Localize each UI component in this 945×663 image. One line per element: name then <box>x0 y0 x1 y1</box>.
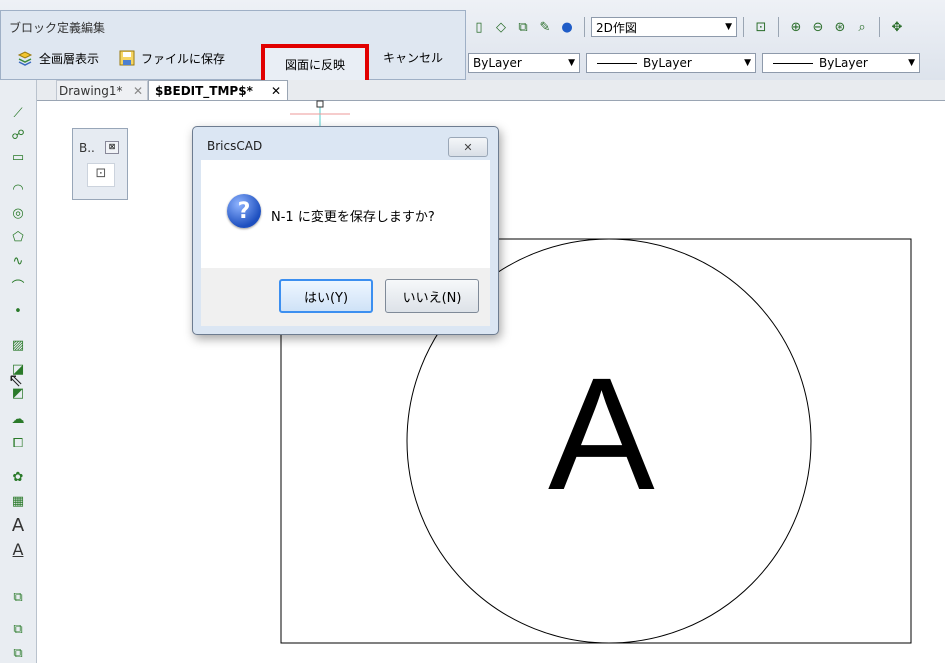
separator <box>778 17 779 37</box>
chevron-down-icon: ▼ <box>725 22 732 32</box>
close-icon[interactable]: ✕ <box>133 84 143 98</box>
cancel-edit-button[interactable]: キャンセル <box>383 49 443 66</box>
block-editor-buttons: 全画層表示 ファイルに保存 <box>17 47 245 69</box>
revcloud-icon[interactable]: ✿ <box>9 468 27 486</box>
tab-drawing1-label: Drawing1* <box>59 83 123 98</box>
close-icon[interactable]: ✕ <box>271 84 281 98</box>
separator <box>584 17 585 37</box>
linetype-value: ByLayer <box>643 56 692 70</box>
apply-to-drawing-button[interactable]: 図面に反映 <box>261 44 369 84</box>
tab-drawing1[interactable]: Drawing1* ✕ <box>56 80 148 100</box>
block-insert-icon[interactable]: ⧠ <box>9 434 27 452</box>
separator <box>743 17 744 37</box>
standard-toolbar: ▯ ◇ ⧉ ✎ ● 2D作図 ▼ ⊡ ⊕ ⊖ ⊛ ⌕ ✥ <box>468 14 945 40</box>
properties-toolbar: ByLayer ▼ ByLayer ▼ ByLayer ▼ <box>468 52 945 74</box>
mtext-icon[interactable]: A <box>9 540 27 559</box>
tab-bedit-tmp[interactable]: $BEDIT_TMP$* ✕ <box>148 80 288 100</box>
save-to-file-button[interactable]: ファイルに保存 <box>119 50 225 67</box>
text-icon[interactable]: A <box>9 515 27 536</box>
mini-panel-title: B.. <box>79 141 95 155</box>
pan-icon[interactable]: ✥ <box>888 18 906 36</box>
chevron-down-icon: ▼ <box>568 58 575 68</box>
yes-button[interactable]: はい(Y) <box>279 279 373 313</box>
zoom-extents-icon[interactable]: ⊡ <box>752 18 770 36</box>
line-icon[interactable]: ⟋ <box>9 104 27 122</box>
copy-icon-2[interactable]: ⧉ <box>9 620 27 638</box>
rectangle-icon[interactable]: ▭ <box>9 148 27 166</box>
zoom-in-icon[interactable]: ⊕ <box>787 18 805 36</box>
circle-icon[interactable]: ◎ <box>9 204 27 222</box>
cloud-icon[interactable]: ☁ <box>9 410 27 428</box>
point-icon[interactable]: • <box>9 302 27 320</box>
linetype-select[interactable]: ByLayer ▼ <box>586 53 756 73</box>
help-icon[interactable]: ● <box>558 18 576 36</box>
polygon-icon[interactable]: ⬠ <box>9 228 27 246</box>
zoom-out-icon[interactable]: ⊖ <box>809 18 827 36</box>
block-letter: A <box>548 344 655 523</box>
apply-to-drawing-label: 図面に反映 <box>284 57 345 72</box>
lineweight-sample <box>773 62 813 64</box>
no-button[interactable]: いいえ(N) <box>385 279 479 313</box>
zoom-window-icon[interactable]: ⊛ <box>831 18 849 36</box>
mouse-cursor-icon: ⇖ <box>8 370 24 391</box>
explorer-icon[interactable]: ⧉ <box>514 18 532 36</box>
block-editor-title: ブロック定義編集 <box>9 21 106 35</box>
table-icon[interactable]: ▦ <box>9 492 27 510</box>
close-icon[interactable]: ⊠ <box>105 141 119 154</box>
ellipse-icon[interactable]: ⌒ <box>9 276 27 295</box>
zoom-realtime-icon[interactable]: ⌕ <box>853 18 871 36</box>
layer-select[interactable]: ByLayer ▼ <box>468 53 580 73</box>
copy-icon[interactable]: ⧉ <box>9 588 27 606</box>
dialog-message: N-1 に変更を保存しますか? <box>271 210 435 225</box>
layers-icon <box>17 50 33 66</box>
document-tabs: Drawing1* ✕ $BEDIT_TMP$* ✕ <box>0 80 945 101</box>
polyline-icon[interactable]: ☍ <box>9 126 27 144</box>
chevron-down-icon: ▼ <box>744 58 751 68</box>
save-changes-dialog: BricsCAD ✕ ? N-1 に変更を保存しますか? はい(Y) いいえ(N… <box>192 126 499 335</box>
question-icon: ? <box>227 194 261 228</box>
show-all-layers-button[interactable]: 全画層表示 <box>17 50 99 67</box>
spline-icon[interactable]: ∿ <box>9 252 27 270</box>
lineweight-select[interactable]: ByLayer ▼ <box>762 53 920 73</box>
separator <box>879 17 880 37</box>
arc-icon[interactable]: ◠ <box>9 180 27 198</box>
close-button[interactable]: ✕ <box>448 137 488 157</box>
save-icon <box>119 50 135 66</box>
layer-value: ByLayer <box>473 56 522 70</box>
edit-icon[interactable]: ✎ <box>536 18 554 36</box>
chevron-down-icon: ▼ <box>908 58 915 68</box>
workspace-value: 2D作図 <box>596 20 637 35</box>
properties-icon[interactable]: ▯ <box>470 18 488 36</box>
block-editor-panel: ブロック定義編集 全画層表示 ファイルに保存 図面に反映 キャンセル <box>0 10 466 84</box>
block-mini-panel: B.. ⊠ ⊡ <box>72 128 128 200</box>
show-all-layers-label: 全画層表示 <box>39 51 100 66</box>
tab-bedit-label: $BEDIT_TMP$* <box>155 83 253 98</box>
cancel-edit-label: キャンセル <box>383 51 444 65</box>
block-icon[interactable]: ⊡ <box>87 163 115 187</box>
dialog-title: BricsCAD <box>207 139 263 153</box>
workspace-select[interactable]: 2D作図 ▼ <box>591 17 737 37</box>
linetype-sample <box>597 62 637 64</box>
eraser-icon[interactable]: ◇ <box>492 18 510 36</box>
copy-icon-3[interactable]: ⧉ <box>9 644 27 662</box>
hatch-icon[interactable]: ▨ <box>9 336 27 354</box>
save-to-file-label: ファイルに保存 <box>141 51 226 66</box>
lineweight-value: ByLayer <box>819 56 868 70</box>
